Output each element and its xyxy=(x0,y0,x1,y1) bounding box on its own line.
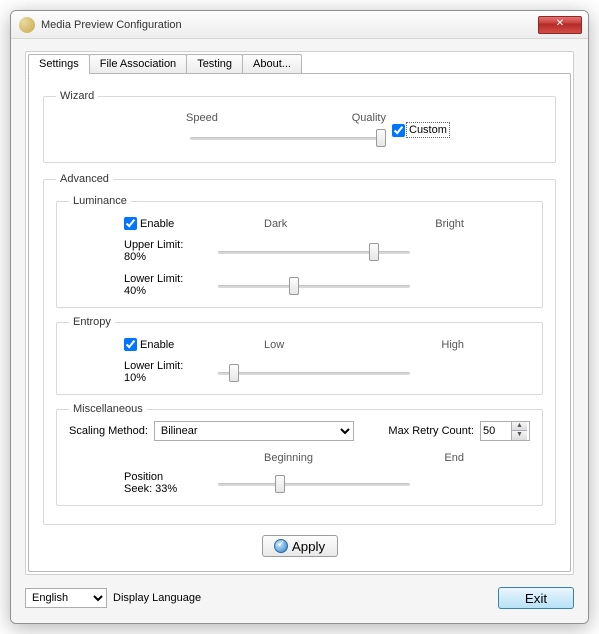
tab-file-association[interactable]: File Association xyxy=(89,54,187,74)
apply-label: Apply xyxy=(292,539,325,554)
entropy-enable-checkbox[interactable]: Enable xyxy=(124,338,174,351)
position-seek-label: Position Seek: 33% xyxy=(69,471,184,495)
apply-icon xyxy=(274,539,288,553)
spin-up-icon[interactable]: ▲ xyxy=(512,422,527,431)
entropy-enable-input[interactable] xyxy=(124,338,137,351)
tab-settings[interactable]: Settings xyxy=(28,54,90,74)
wizard-group: Wizard Speed Quality xyxy=(43,90,556,163)
entropy-enable-label: Enable xyxy=(140,339,174,351)
luminance-bright-label: Bright xyxy=(435,218,464,230)
luminance-dark-label: Dark xyxy=(264,218,287,230)
exit-label: Exit xyxy=(525,591,547,606)
wizard-legend: Wizard xyxy=(56,90,98,102)
wizard-speed-label: Speed xyxy=(186,112,218,124)
wizard-custom-checkbox[interactable]: Custom xyxy=(392,124,448,137)
max-retry-input[interactable] xyxy=(481,425,511,437)
window: Media Preview Configuration ✕ Settings F… xyxy=(10,10,589,624)
language-select[interactable]: English xyxy=(25,588,107,608)
position-begin-label: Beginning xyxy=(264,452,313,464)
wizard-quality-label: Quality xyxy=(352,112,386,124)
entropy-high-label: High xyxy=(441,339,464,351)
wizard-slider[interactable] xyxy=(186,126,386,148)
scaling-label: Scaling Method: xyxy=(69,425,148,437)
position-seek-slider[interactable] xyxy=(214,472,414,494)
luminance-upper-label: Upper Limit: 80% xyxy=(69,239,184,263)
luminance-enable-label: Enable xyxy=(140,218,174,230)
luminance-enable-checkbox[interactable]: Enable xyxy=(124,217,174,230)
advanced-legend: Advanced xyxy=(56,173,113,185)
luminance-lower-slider[interactable] xyxy=(214,274,414,296)
spin-down-icon[interactable]: ▼ xyxy=(512,431,527,440)
tab-panel-settings: Wizard Speed Quality xyxy=(28,73,571,572)
window-title: Media Preview Configuration xyxy=(41,19,538,31)
luminance-upper-slider[interactable] xyxy=(214,240,414,262)
exit-button[interactable]: Exit xyxy=(498,587,574,609)
entropy-low-label: Low xyxy=(264,339,284,351)
max-retry-label: Max Retry Count: xyxy=(388,425,474,437)
wizard-custom-label: Custom xyxy=(408,124,448,136)
luminance-enable-input[interactable] xyxy=(124,217,137,230)
wizard-custom-input[interactable] xyxy=(392,124,405,137)
entropy-lower-label: Lower Limit: 10% xyxy=(69,360,184,384)
position-end-label: End xyxy=(444,452,464,464)
luminance-lower-label: Lower Limit: 40% xyxy=(69,273,184,297)
tab-testing[interactable]: Testing xyxy=(186,54,243,74)
tab-row: Settings File Association Testing About.… xyxy=(28,54,571,74)
misc-group: Miscellaneous Scaling Method: Bilinear M… xyxy=(56,403,543,506)
app-icon xyxy=(19,17,35,33)
apply-button[interactable]: Apply xyxy=(262,535,338,557)
entropy-lower-slider[interactable] xyxy=(214,361,414,383)
misc-legend: Miscellaneous xyxy=(69,403,147,415)
tab-about[interactable]: About... xyxy=(242,54,302,74)
close-button[interactable]: ✕ xyxy=(538,16,582,34)
max-retry-spinner[interactable]: ▲ ▼ xyxy=(480,421,530,441)
luminance-group: Luminance Enable Dar xyxy=(56,195,543,308)
scaling-select[interactable]: Bilinear xyxy=(154,421,354,441)
advanced-group: Advanced Luminance Enable xyxy=(43,173,556,525)
titlebar: Media Preview Configuration ✕ xyxy=(11,11,588,39)
language-label: Display Language xyxy=(113,592,201,604)
luminance-legend: Luminance xyxy=(69,195,131,207)
entropy-legend: Entropy xyxy=(69,316,115,328)
entropy-group: Entropy Enable Low xyxy=(56,316,543,395)
